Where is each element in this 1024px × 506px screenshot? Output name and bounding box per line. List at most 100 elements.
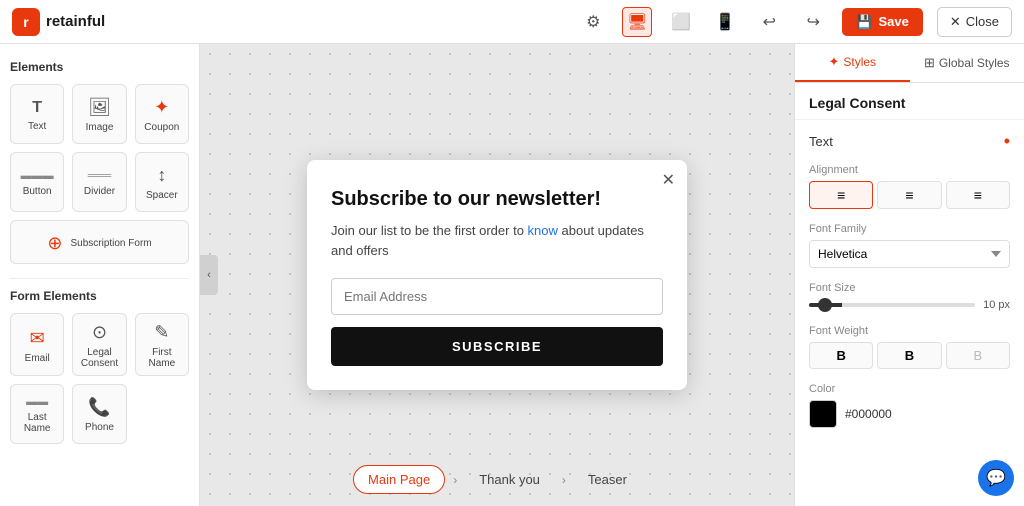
legal-consent-label: Legal Consent [77, 347, 121, 369]
element-subscription-form[interactable]: ⊕ Subscription Form [10, 220, 189, 264]
coupon-icon: ✦ [154, 97, 169, 118]
save-button[interactable]: 💾 Save [842, 8, 923, 36]
tab-arrow-2: › [562, 473, 566, 487]
element-button[interactable]: ▬▬▬ Button [10, 152, 64, 212]
image-icon: 🖼 [88, 97, 111, 118]
form-element-email[interactable]: ✉ Email [10, 313, 64, 376]
panel-tabs: ✦ Styles ⊞ Global Styles [795, 44, 1024, 83]
color-row: #000000 [809, 400, 1010, 428]
color-swatch[interactable] [809, 400, 837, 428]
global-styles-tab-label: Global Styles [939, 56, 1010, 70]
left-sidebar: Elements T Text 🖼 Image ✦ Coupon ▬▬▬ But… [0, 44, 200, 506]
tab-teaser[interactable]: Teaser [574, 466, 641, 493]
main-layout: Elements T Text 🖼 Image ✦ Coupon ▬▬▬ But… [0, 44, 1024, 506]
font-family-select[interactable]: Helvetica Arial Times New Roman Georgia [809, 240, 1010, 268]
redo-btn[interactable]: ↪ [798, 7, 828, 37]
element-divider[interactable]: ═══ Divider [72, 152, 126, 212]
fw-bold-btn[interactable]: B [809, 342, 873, 369]
form-element-legal-consent[interactable]: ⊙ Legal Consent [72, 313, 126, 376]
font-weight-group: Font Weight B B B [809, 325, 1010, 369]
logo-text: retainful [46, 13, 105, 30]
settings-icon-btn[interactable]: ⚙ [578, 7, 608, 37]
styles-tab-label: Styles [843, 55, 876, 69]
spacer-icon: ↕ [157, 165, 166, 186]
subscription-form-icon: ⊕ [47, 233, 62, 254]
phone-label: Phone [85, 422, 114, 433]
text-label: Text [28, 121, 46, 132]
font-family-label: Font Family [809, 223, 1010, 235]
app-header: r retainful ⚙ 🖥 ⬜ 📱 ↩ ↪ 💾 Save ✕ Close [0, 0, 1024, 44]
subscription-form-label: Subscription Form [70, 238, 151, 249]
tab-arrow-1: › [453, 473, 457, 487]
alignment-group: Alignment ≡ ≡ ≡ [809, 164, 1010, 209]
image-label: Image [86, 122, 114, 133]
alignment-label: Alignment [809, 164, 1010, 176]
first-name-label: First Name [140, 347, 184, 369]
text-icon: T [32, 99, 42, 117]
tab-thank-you[interactable]: Thank you [465, 466, 554, 493]
panel-section-title: Legal Consent [795, 83, 1024, 120]
first-name-icon: ✎ [154, 322, 169, 343]
close-button[interactable]: ✕ Close [937, 7, 1012, 37]
form-elements-section-title: Form Elements [10, 289, 189, 303]
text-dot: • [1004, 132, 1010, 150]
styles-icon: ✦ [828, 54, 839, 70]
form-element-phone[interactable]: 📞 Phone [72, 384, 126, 444]
last-name-icon: ▬▬ [26, 396, 48, 408]
button-icon: ▬▬▬ [21, 170, 54, 182]
email-label: Email [25, 353, 50, 364]
fw-light-btn[interactable]: B [946, 342, 1010, 369]
align-center-btn[interactable]: ≡ [877, 181, 941, 209]
chat-button[interactable]: 💬 [978, 460, 1014, 496]
font-weight-label: Font Weight [809, 325, 1010, 337]
font-size-slider[interactable] [809, 303, 975, 307]
tab-global-styles[interactable]: ⊞ Global Styles [910, 44, 1024, 82]
element-coupon[interactable]: ✦ Coupon [135, 84, 189, 144]
color-group: Color #000000 [809, 383, 1010, 428]
canvas-area: ‹ ✕ Subscribe to our newsletter! Join ou… [200, 44, 794, 506]
text-value: Text [809, 134, 833, 149]
tablet-icon-btn[interactable]: ⬜ [666, 7, 696, 37]
text-field-row: Text • [809, 132, 1010, 150]
save-icon: 💾 [856, 14, 872, 30]
tab-main-page[interactable]: Main Page [353, 465, 445, 494]
align-left-btn[interactable]: ≡ [809, 181, 873, 209]
undo-btn[interactable]: ↩ [754, 7, 784, 37]
form-element-last-name[interactable]: ▬▬ Last Name [10, 384, 64, 444]
form-element-first-name[interactable]: ✎ First Name [135, 313, 189, 376]
divider-label: Divider [84, 186, 115, 197]
panel-body: Text • Alignment ≡ ≡ ≡ Font Family Helve… [795, 120, 1024, 440]
close-icon: ✕ [950, 14, 961, 30]
element-image[interactable]: 🖼 Image [72, 84, 126, 144]
save-label: Save [878, 14, 908, 29]
mobile-icon-btn[interactable]: 📱 [710, 7, 740, 37]
popup-link[interactable]: know [528, 223, 558, 238]
font-size-value: 10 px [983, 299, 1010, 311]
color-hex-value: #000000 [845, 407, 892, 421]
coupon-label: Coupon [144, 122, 179, 133]
sidebar-collapse-btn[interactable]: ‹ [200, 255, 218, 295]
popup-close-btn[interactable]: ✕ [662, 170, 675, 190]
form-elements-grid: ✉ Email ⊙ Legal Consent ✎ First Name ▬▬ … [10, 313, 189, 444]
logo-icon: r [12, 8, 40, 36]
global-styles-icon: ⊞ [924, 55, 935, 71]
last-name-label: Last Name [15, 412, 59, 434]
align-right-btn[interactable]: ≡ [946, 181, 1010, 209]
right-panel: ✦ Styles ⊞ Global Styles Legal Consent T… [794, 44, 1024, 506]
element-text[interactable]: T Text [10, 84, 64, 144]
color-label: Color [809, 383, 1010, 395]
element-spacer[interactable]: ↕ Spacer [135, 152, 189, 212]
font-weight-row: B B B [809, 342, 1010, 369]
email-input[interactable] [331, 278, 663, 315]
popup-modal: ✕ Subscribe to our newsletter! Join our … [307, 160, 687, 390]
spacer-label: Spacer [146, 190, 178, 201]
fw-semibold-btn[interactable]: B [877, 342, 941, 369]
font-family-group: Font Family Helvetica Arial Times New Ro… [809, 223, 1010, 268]
font-size-row: 10 px [809, 299, 1010, 311]
header-icons: ⚙ 🖥 ⬜ 📱 ↩ ↪ 💾 Save ✕ Close [578, 7, 1012, 37]
alignment-row: ≡ ≡ ≡ [809, 181, 1010, 209]
subscribe-button[interactable]: SUBSCRIBE [331, 327, 663, 366]
close-label: Close [966, 14, 999, 29]
desktop-icon-btn[interactable]: 🖥 [622, 7, 652, 37]
tab-styles[interactable]: ✦ Styles [795, 44, 910, 82]
